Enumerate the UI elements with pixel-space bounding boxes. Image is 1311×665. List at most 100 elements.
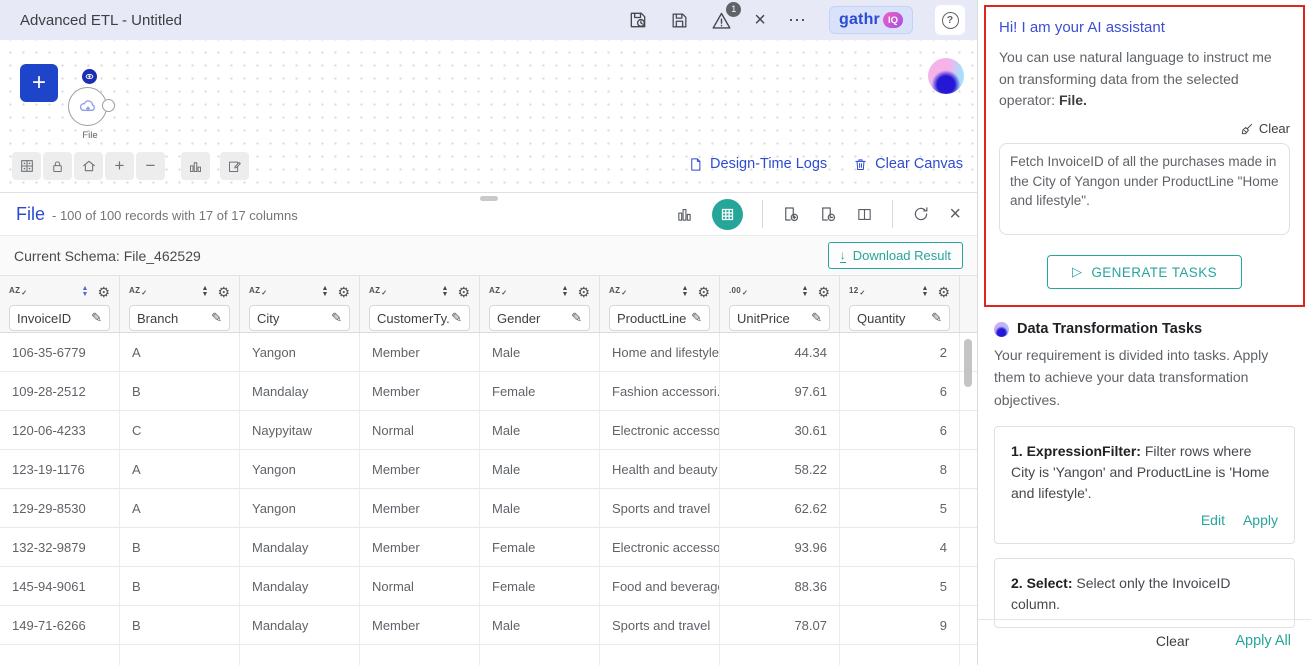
sort-icon[interactable]: ▲▼ bbox=[922, 286, 929, 297]
nl-query-input[interactable]: Fetch InvoiceID of all the purchases mad… bbox=[999, 143, 1290, 235]
task-edit-link[interactable]: Edit bbox=[1201, 510, 1225, 531]
column-name-input[interactable]: Gender✎ bbox=[489, 305, 590, 331]
lock-icon[interactable] bbox=[43, 152, 72, 180]
refresh-icon[interactable] bbox=[912, 205, 930, 223]
edit-column-icon[interactable]: ✎ bbox=[571, 310, 582, 326]
column-name-input[interactable]: Quantity✎ bbox=[849, 305, 950, 331]
sort-icon[interactable]: ▲▼ bbox=[682, 286, 689, 297]
result-panel-title[interactable]: File bbox=[16, 204, 45, 225]
warnings-icon[interactable]: 1 bbox=[711, 10, 732, 31]
column-name-input[interactable]: InvoiceID✎ bbox=[9, 305, 110, 331]
sort-icon[interactable]: ▲▼ bbox=[442, 286, 449, 297]
table-cell: Male bbox=[480, 489, 600, 527]
canvas-links: Design-Time Logs Clear Canvas bbox=[688, 156, 963, 172]
add-column-icon[interactable] bbox=[782, 205, 800, 223]
column-settings-icon[interactable]: ⚙ bbox=[817, 285, 830, 299]
help-icon: ? bbox=[942, 12, 959, 29]
gathr-iq-button[interactable]: gathr IQ bbox=[829, 6, 913, 34]
tasks-footer: Clear Apply All bbox=[978, 619, 1311, 665]
table-cell: Yangon bbox=[240, 489, 360, 527]
table-cell: 6 bbox=[840, 411, 960, 449]
table-cell: 109-28-2512 bbox=[0, 372, 120, 410]
ai-assistant-orb[interactable] bbox=[928, 58, 964, 94]
edit-column-icon[interactable]: ✎ bbox=[211, 310, 222, 326]
file-node[interactable]: File bbox=[66, 69, 114, 141]
zoom-in-icon[interactable]: + bbox=[105, 152, 134, 180]
preview-eye-icon[interactable] bbox=[82, 69, 97, 84]
table-cell: Female bbox=[480, 528, 600, 566]
column-settings-icon[interactable]: ⚙ bbox=[337, 285, 350, 299]
clear-canvas-link[interactable]: Clear Canvas bbox=[853, 156, 963, 172]
column-settings-icon[interactable]: ⚙ bbox=[217, 285, 230, 299]
column-settings-icon[interactable]: ⚙ bbox=[577, 285, 590, 299]
task-apply-link[interactable]: Apply bbox=[1243, 510, 1278, 531]
edit-column-icon[interactable]: ✎ bbox=[811, 310, 822, 326]
zoom-out-icon[interactable]: − bbox=[136, 152, 165, 180]
table-cell: B bbox=[120, 606, 240, 644]
column-settings-icon[interactable]: ⚙ bbox=[937, 285, 950, 299]
table-row: 109-28-2512BMandalayMemberFemaleFashion … bbox=[0, 372, 977, 411]
chart-view-icon[interactable] bbox=[676, 206, 693, 223]
sort-icon[interactable]: ▲▼ bbox=[562, 286, 569, 297]
panel-resize-handle[interactable] bbox=[480, 196, 498, 201]
help-button[interactable]: ? bbox=[935, 5, 965, 35]
remove-column-icon[interactable] bbox=[819, 205, 837, 223]
save-icon[interactable] bbox=[670, 11, 689, 30]
sort-icon[interactable]: ▲▼ bbox=[82, 286, 89, 297]
sort-icon[interactable]: ▲▼ bbox=[322, 286, 329, 297]
table-cell: A bbox=[120, 450, 240, 488]
notes-icon[interactable] bbox=[220, 152, 249, 180]
table-cell bbox=[360, 645, 480, 665]
apply-all-button[interactable]: Apply All bbox=[1235, 633, 1291, 649]
close-panel-icon[interactable]: × bbox=[949, 203, 961, 226]
more-options-icon[interactable]: ⋯ bbox=[788, 10, 807, 31]
column-settings-icon[interactable]: ⚙ bbox=[457, 285, 470, 299]
table-cell: Normal bbox=[360, 411, 480, 449]
close-pipeline-icon[interactable]: × bbox=[754, 9, 766, 32]
edit-column-icon[interactable]: ✎ bbox=[451, 310, 462, 326]
table-cell: 123-19-1176 bbox=[0, 450, 120, 488]
edit-column-icon[interactable]: ✎ bbox=[931, 310, 942, 326]
home-fit-icon[interactable] bbox=[74, 152, 103, 180]
column-name-input[interactable]: Branch✎ bbox=[129, 305, 230, 331]
ai-assistant-panel: Hi! I am your AI assistant You can use n… bbox=[984, 5, 1305, 307]
vertical-scrollbar[interactable] bbox=[964, 339, 972, 387]
table-cell: 120-06-4233 bbox=[0, 411, 120, 449]
sort-icon[interactable]: ▲▼ bbox=[802, 286, 809, 297]
clear-query-button[interactable]: Clear bbox=[1240, 121, 1290, 136]
design-time-logs-link[interactable]: Design-Time Logs bbox=[688, 156, 827, 172]
column-name-input[interactable]: City✎ bbox=[249, 305, 350, 331]
edit-column-icon[interactable]: ✎ bbox=[691, 310, 702, 326]
edit-column-icon[interactable]: ✎ bbox=[91, 310, 102, 326]
column-name: Gender bbox=[497, 311, 571, 326]
column-type-icon: AZ✓ bbox=[489, 286, 507, 297]
clear-tasks-button[interactable]: Clear bbox=[1156, 633, 1189, 649]
table-header-row: AZ✓▲▼⚙InvoiceID✎AZ✓▲▼⚙Branch✎AZ✓▲▼⚙City✎… bbox=[0, 276, 977, 333]
table-view-icon[interactable] bbox=[712, 199, 743, 230]
column-header-InvoiceID: AZ✓▲▼⚙InvoiceID✎ bbox=[0, 276, 120, 332]
table-cell: 58.22 bbox=[720, 450, 840, 488]
pipeline-canvas[interactable]: + File bbox=[0, 40, 977, 192]
split-view-icon[interactable] bbox=[856, 206, 873, 223]
table-cell: 88.36 bbox=[720, 567, 840, 605]
table-cell-clipped bbox=[960, 567, 977, 605]
download-result-button[interactable]: ↓ Download Result bbox=[828, 242, 963, 269]
add-operator-button[interactable]: + bbox=[20, 64, 58, 102]
overview-grid-icon[interactable] bbox=[12, 152, 41, 180]
table-row: 132-32-9879BMandalayMemberFemaleElectron… bbox=[0, 528, 977, 567]
sort-icon[interactable]: ▲▼ bbox=[202, 286, 209, 297]
table-cell: 93.96 bbox=[720, 528, 840, 566]
play-icon: ▷ bbox=[1072, 264, 1082, 280]
column-settings-icon[interactable]: ⚙ bbox=[697, 285, 710, 299]
edit-column-icon[interactable]: ✎ bbox=[331, 310, 342, 326]
table-cell: 145-94-9061 bbox=[0, 567, 120, 605]
column-settings-icon[interactable]: ⚙ bbox=[97, 285, 110, 299]
iq-badge: IQ bbox=[883, 12, 903, 28]
column-name-input[interactable]: ProductLine✎ bbox=[609, 305, 710, 331]
save-version-icon[interactable] bbox=[628, 10, 648, 30]
node-output-port[interactable] bbox=[102, 99, 115, 112]
column-name-input[interactable]: UnitPrice✎ bbox=[729, 305, 830, 331]
generate-tasks-button[interactable]: ▷ GENERATE TASKS bbox=[1047, 255, 1242, 289]
metrics-chart-icon[interactable] bbox=[181, 152, 210, 180]
column-name-input[interactable]: CustomerTy...✎ bbox=[369, 305, 470, 331]
